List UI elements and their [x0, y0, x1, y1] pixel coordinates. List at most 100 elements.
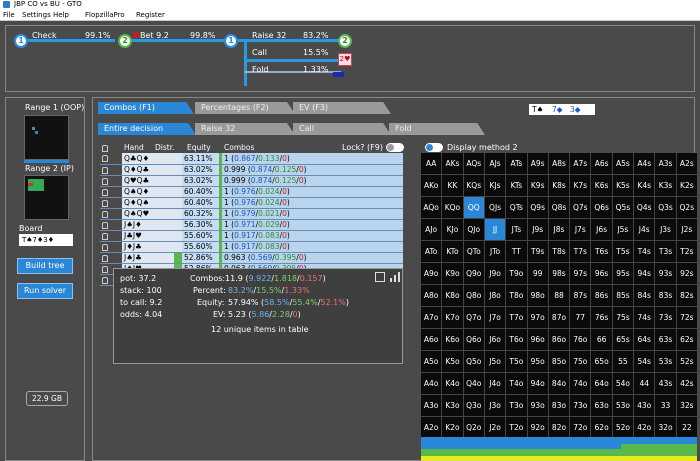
range1-grid[interactable]	[24, 115, 69, 160]
menu-settings[interactable]: Settings	[22, 9, 51, 21]
grid-cell[interactable]: 99	[527, 263, 548, 284]
grid-cell[interactable]: T6s	[591, 241, 612, 262]
grid-cell[interactable]: J5o	[484, 351, 506, 372]
grid-cell[interactable]: 42o	[634, 417, 655, 438]
grid-cell[interactable]: 92s	[676, 263, 697, 284]
grid-cell[interactable]: A6s	[591, 153, 612, 174]
grid-cell[interactable]: AKs	[442, 153, 463, 174]
grid-cell[interactable]: K8o	[442, 285, 463, 306]
grid-cell[interactable]: 65s	[612, 329, 634, 350]
table-row[interactable]: Q♦Q♣ 63.02% 0.999 (0.874/0.125/0)	[100, 164, 403, 176]
grid-cell[interactable]: K7o	[442, 307, 463, 328]
grid-cell[interactable]: A5o	[421, 351, 442, 372]
display-method-toggle[interactable]	[425, 143, 443, 152]
grid-cell[interactable]: 63o	[591, 395, 612, 416]
grid-cell[interactable]: T8s	[548, 241, 570, 262]
table-row[interactable]: Q♥Q♣ 63.02% 0.999 (0.874/0.125/0)	[100, 175, 403, 187]
grid-cell[interactable]: A7o	[421, 307, 442, 328]
grid-cell[interactable]: 87s	[570, 285, 591, 306]
grid-cell[interactable]: KK	[442, 175, 463, 196]
row-lock-icon[interactable]	[100, 241, 122, 253]
menu-flopzilla[interactable]: FlopzillaPro	[85, 9, 125, 21]
grid-cell[interactable]: J3o	[484, 395, 506, 416]
grid-cell[interactable]: 85o	[548, 351, 570, 372]
grid-cell[interactable]: J2s	[676, 219, 697, 240]
grid-cell[interactable]: K6s	[591, 175, 612, 196]
grid-cell[interactable]: A7s	[570, 153, 591, 174]
grid-cell[interactable]: 96s	[591, 263, 612, 284]
bar-chart-icon[interactable]	[390, 272, 400, 282]
grid-cell[interactable]: 76o	[570, 329, 591, 350]
grid-cell[interactable]: A2o	[421, 417, 442, 438]
grid-cell[interactable]: KJs	[484, 175, 506, 196]
grid-cell[interactable]: K7s	[570, 175, 591, 196]
grid-cell[interactable]: A3o	[421, 395, 442, 416]
grid-cell[interactable]: AA	[421, 153, 442, 174]
table-row[interactable]: Q♠Q♥ 60.32% 1 (0.979/0.021/0)	[100, 208, 403, 220]
table-row[interactable]: Q♣Q♦ 63.11% 1 (0.867/0.133/0)	[100, 153, 403, 165]
grid-cell[interactable]: Q8o	[463, 285, 484, 306]
grid-cell[interactable]: 55	[612, 351, 634, 372]
grid-cell[interactable]: 86s	[591, 285, 612, 306]
menu-register[interactable]: Register	[136, 9, 165, 21]
grid-cell[interactable]: 32o	[655, 417, 676, 438]
grid-cell[interactable]: K5o	[442, 351, 463, 372]
grid-cell[interactable]: 93o	[527, 395, 548, 416]
grid-cell[interactable]: 53s	[655, 351, 676, 372]
grid-cell[interactable]: 73o	[570, 395, 591, 416]
grid-cell[interactable]: 84o	[548, 373, 570, 394]
grid-cell[interactable]: Q9s	[527, 197, 548, 218]
grid-cell[interactable]: J8s	[548, 219, 570, 240]
table-row[interactable]: J♠J♣ 52.86% 0.963 (0.569/0.395/0)	[100, 252, 403, 264]
row-lock-icon[interactable]	[100, 252, 122, 264]
grid-cell[interactable]: Q4o	[463, 373, 484, 394]
grid-cell[interactable]: A9o	[421, 263, 442, 284]
grid-cell[interactable]: T2o	[506, 417, 527, 438]
grid-cell[interactable]: QQ	[463, 197, 484, 218]
grid-cell[interactable]: 52s	[676, 351, 697, 372]
grid-cell[interactable]: T4o	[506, 373, 527, 394]
table-row[interactable]: J♣J♥ 55.60% 1 (0.917/0.083/0)	[100, 230, 403, 242]
bet-label[interactable]: Bet 9.2	[140, 31, 169, 40]
grid-cell[interactable]: 82o	[548, 417, 570, 438]
tab-fold[interactable]: Fold	[389, 123, 485, 135]
grid-cell[interactable]: 32s	[676, 395, 697, 416]
grid-cell[interactable]: 94o	[527, 373, 548, 394]
header-hand[interactable]: Hand	[124, 143, 144, 152]
row-lock-icon[interactable]	[100, 197, 122, 209]
grid-cell[interactable]: 74o	[570, 373, 591, 394]
grid-cell[interactable]: 42s	[676, 373, 697, 394]
row-lock-icon[interactable]	[100, 186, 122, 198]
row-lock-icon[interactable]	[100, 175, 122, 187]
grid-cell[interactable]: K3o	[442, 395, 463, 416]
header-combos[interactable]: Combos	[224, 143, 254, 152]
grid-cell[interactable]: 33	[655, 395, 676, 416]
grid-cell[interactable]: K5s	[612, 175, 634, 196]
menu-help[interactable]: Help	[53, 9, 69, 21]
grid-cell[interactable]: 72s	[676, 307, 697, 328]
grid-cell[interactable]: T7s	[570, 241, 591, 262]
check-label[interactable]: Check	[32, 31, 57, 40]
grid-cell[interactable]: Q3o	[463, 395, 484, 416]
grid-cell[interactable]: TT	[506, 241, 527, 262]
grid-cell[interactable]: 98s	[548, 263, 570, 284]
tab-call[interactable]: Call	[293, 123, 391, 135]
grid-cell[interactable]: J2o	[484, 417, 506, 438]
grid-cell[interactable]: 87o	[548, 307, 570, 328]
export-icon[interactable]	[375, 272, 385, 282]
lock-toggle[interactable]	[386, 143, 404, 152]
table-row[interactable]: J♦J♣ 55.60% 1 (0.917/0.083/0)	[100, 241, 403, 253]
grid-cell[interactable]: K9o	[442, 263, 463, 284]
grid-cell[interactable]: K4s	[634, 175, 655, 196]
tab-ev[interactable]: EV (F3)	[293, 102, 391, 114]
grid-cell[interactable]: 65o	[591, 351, 612, 372]
grid-cell[interactable]: 54o	[612, 373, 634, 394]
grid-cell[interactable]: A8s	[548, 153, 570, 174]
grid-cell[interactable]: JTo	[484, 241, 506, 262]
grid-cell[interactable]: 75o	[570, 351, 591, 372]
grid-cell[interactable]: 63s	[655, 329, 676, 350]
grid-cell[interactable]: Q4s	[634, 197, 655, 218]
grid-cell[interactable]: 84s	[634, 285, 655, 306]
call-label[interactable]: Call	[252, 48, 267, 57]
table-row[interactable]: Q♠Q♦ 60.40% 1 (0.976/0.024/0)	[100, 186, 403, 198]
